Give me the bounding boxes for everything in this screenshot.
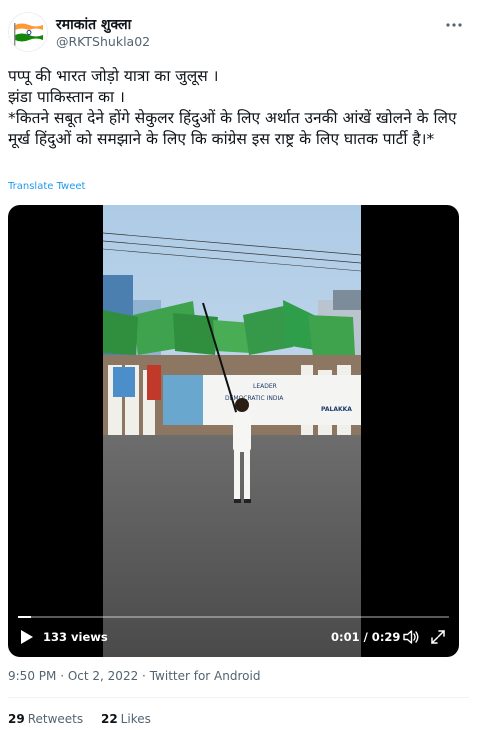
- user-handle[interactable]: @RKTShukla02: [56, 34, 150, 49]
- volume-icon[interactable]: [402, 628, 420, 646]
- video-still-image: LEADER DEMOCRATIC INDIA PALAKKA: [103, 205, 361, 657]
- tweet-source[interactable]: Twitter for Android: [150, 669, 261, 683]
- avatar[interactable]: [8, 12, 48, 52]
- play-icon[interactable]: [20, 629, 34, 645]
- tweet-date[interactable]: Oct 2, 2022: [68, 669, 138, 683]
- retweets-stat[interactable]: 29 Retweets: [8, 712, 83, 726]
- tweet-header: रमाकांत शुक्ला @RKTShukla02: [8, 12, 469, 52]
- translate-tweet-link[interactable]: Translate Tweet: [8, 181, 85, 192]
- meta-separator: ·: [60, 669, 65, 683]
- tweet-line: पप्पू की भारत जोड़ो यात्रा का जुलूस ।: [8, 67, 219, 85]
- likes-count: 22: [100, 712, 118, 726]
- video-frame: LEADER DEMOCRATIC INDIA PALAKKA: [103, 205, 361, 657]
- display-name[interactable]: रमाकांत शुक्ला: [56, 15, 131, 34]
- retweets-count: 29: [8, 712, 25, 726]
- tweet-stats: 29 Retweets 22 Likes: [8, 712, 165, 726]
- banner-text: DEMOCRATIC INDIA: [225, 395, 284, 402]
- tweet-line: झंडा पाकिस्तान का ।: [8, 88, 125, 106]
- tweet-card: रमाकांत शुक्ला @RKTShukla02 पप्पू की भार…: [0, 0, 477, 732]
- likes-stat[interactable]: 22 Likes: [101, 712, 151, 726]
- tweet-text: पप्पू की भारत जोड़ो यात्रा का जुलूस । झं…: [8, 66, 469, 150]
- tweet-line: *कितने सबूत देने होंगे सेकुलर हिंदुओं के…: [8, 109, 462, 148]
- tweet-meta: 9:50 PM · Oct 2, 2022 · Twitter for Andr…: [8, 669, 260, 683]
- video-progress-bar[interactable]: [18, 616, 449, 618]
- video-player[interactable]: LEADER DEMOCRATIC INDIA PALAKKA 133 view…: [8, 205, 459, 657]
- banner-text: LEADER: [253, 383, 277, 390]
- tweet-time[interactable]: 9:50 PM: [8, 669, 56, 683]
- banner-text: PALAKKA: [321, 406, 352, 413]
- more-options-icon[interactable]: [443, 14, 465, 36]
- india-flag-icon: [9, 13, 47, 51]
- retweets-label: Retweets: [27, 712, 84, 726]
- divider: [8, 697, 469, 698]
- video-view-count: 133 views: [43, 630, 108, 644]
- video-progress-fill: [18, 616, 31, 618]
- fullscreen-icon[interactable]: [429, 628, 447, 646]
- video-time: 0:01 / 0:29: [331, 630, 401, 644]
- video-controls: 133 views 0:01 / 0:29: [8, 623, 459, 653]
- likes-label: Likes: [120, 712, 151, 726]
- meta-separator: ·: [142, 669, 146, 683]
